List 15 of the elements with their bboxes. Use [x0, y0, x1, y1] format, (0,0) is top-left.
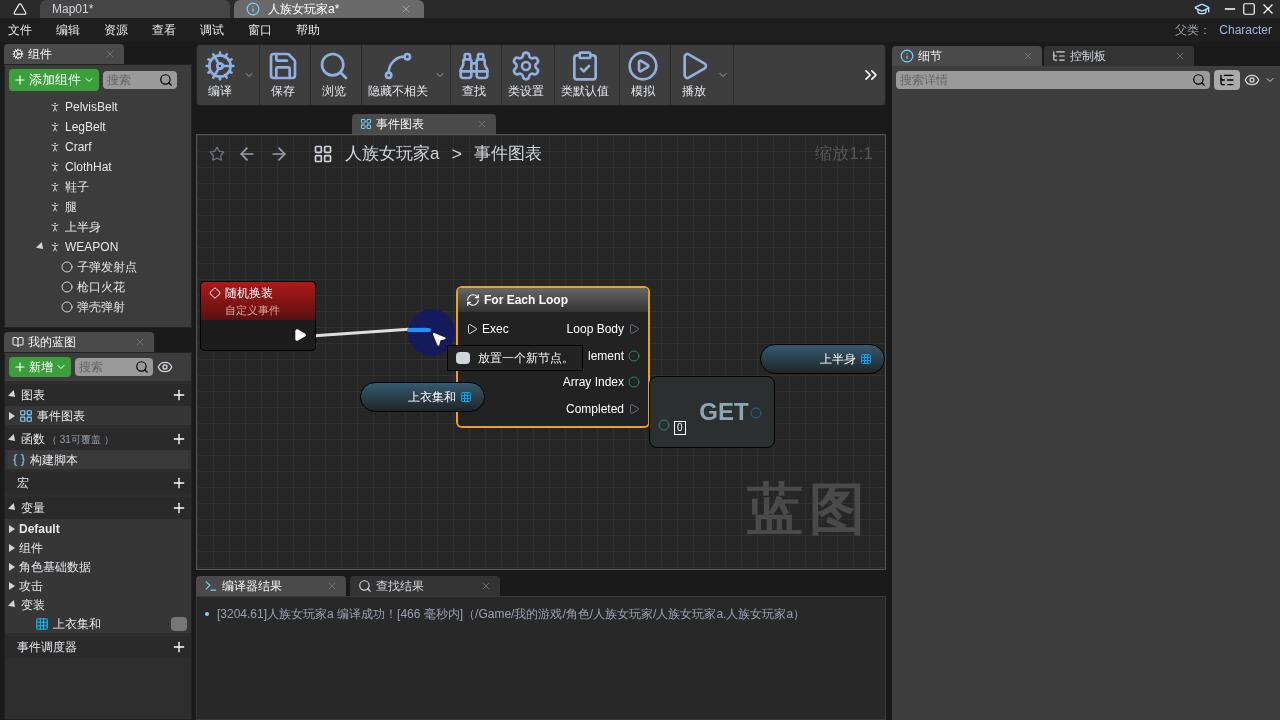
log-line: [3204.61]人族女玩家a 编译成功！[466 毫秒内]（/Game/我的游戏/角色/人族女玩家/人族女玩家a.人族女玩家a）	[217, 606, 806, 623]
node-subtitle: 自定义事件	[224, 303, 281, 318]
parent-class-label: 父类：	[1175, 22, 1212, 39]
breadcrumb-separator: >	[451, 142, 462, 166]
pin-label: lement	[587, 347, 624, 365]
pin-label: Loop Body	[566, 321, 624, 339]
node-title: For Each Loop	[484, 292, 568, 309]
node-title: 上半身	[820, 351, 856, 368]
pin-label: Exec	[482, 321, 509, 338]
tooltip: 放置一个新节点。	[447, 345, 583, 371]
node-title: GET	[699, 398, 749, 426]
pin-label: Array Index	[562, 374, 624, 392]
node-title: 上衣集和	[408, 389, 456, 406]
node-title: 随机换装	[225, 285, 273, 302]
pin-label: Completed	[565, 400, 624, 418]
